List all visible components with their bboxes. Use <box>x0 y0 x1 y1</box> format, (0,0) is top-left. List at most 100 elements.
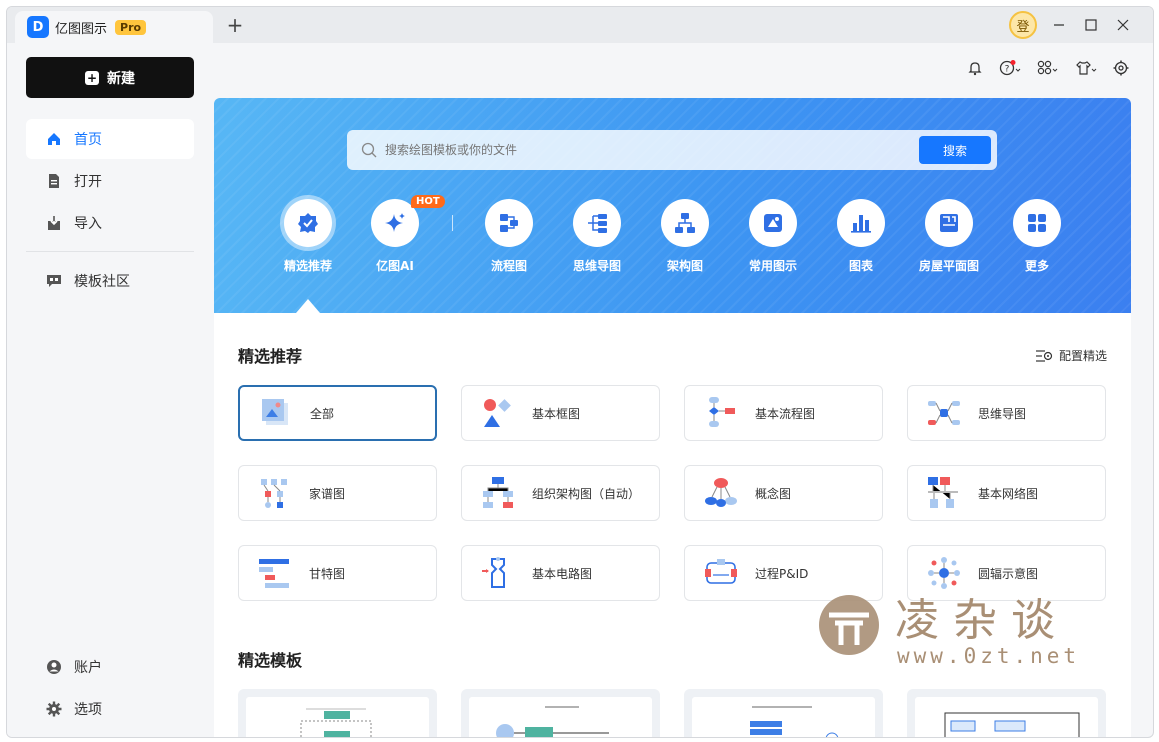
avatar[interactable]: 登 <box>1009 11 1037 39</box>
sidebar-item-community[interactable]: 模板社区 <box>26 261 194 301</box>
template-card-org-auto[interactable]: 组织架构图（自动） <box>461 465 660 521</box>
basic-block-icon <box>484 399 511 427</box>
template-card-network[interactable]: 基本网络图 <box>907 465 1106 521</box>
template-card-circuit[interactable]: 基本电路图 <box>461 545 660 601</box>
gear-icon <box>46 701 62 717</box>
card-label: 组织架构图（自动） <box>532 486 641 501</box>
more-grid-icon <box>1013 199 1061 247</box>
category-flowchart[interactable]: 流程图 <box>469 199 549 274</box>
template-card-basic-block[interactable]: 基本框图 <box>461 385 660 441</box>
config-label: 配置精选 <box>1058 349 1107 363</box>
mindmap-icon <box>573 199 621 247</box>
sidebar-item-options[interactable]: 选项 <box>26 689 194 729</box>
template-card-gantt[interactable]: 甘特图 <box>238 545 437 601</box>
sidebar-item-import[interactable]: 导入 <box>26 203 194 243</box>
featured-icon <box>284 199 332 247</box>
top-toolbar: ? <box>967 59 1129 77</box>
category-mindmap[interactable]: 思维导图 <box>557 199 637 274</box>
concept-map-icon <box>705 478 737 507</box>
templates-section-title: 精选模板 <box>238 651 303 670</box>
card-label: 基本流程图 <box>755 406 816 421</box>
search-button[interactable]: 搜索 <box>919 136 991 164</box>
sidebar-item-label: 首页 <box>74 132 102 148</box>
category-label: 思维导图 <box>572 259 621 273</box>
category-label: 图表 <box>848 259 873 273</box>
account-icon <box>46 659 62 675</box>
category-label: 架构图 <box>666 259 703 273</box>
template-preview-diagram <box>750 706 839 737</box>
radial-icon <box>928 557 960 589</box>
app-logo-icon: D <box>27 16 49 38</box>
template-thumbnail[interactable] <box>907 689 1106 737</box>
template-card-all[interactable]: 全部 <box>238 385 437 441</box>
sidebar-item-label: 选项 <box>74 702 102 718</box>
community-icon <box>46 273 62 289</box>
watermark-logo: 凌 杂 谈 www.0zt.net <box>819 595 1076 668</box>
new-tab-button[interactable]: + <box>223 13 247 37</box>
category-featured[interactable]: 精选推荐 <box>268 199 348 274</box>
category-common[interactable]: 常用图示 <box>733 199 813 274</box>
all-templates-icon <box>262 399 288 425</box>
network-icon <box>928 477 958 508</box>
template-card-mindmap[interactable]: 思维导图 <box>907 385 1106 441</box>
search-input[interactable] <box>385 143 919 157</box>
help-icon[interactable]: ? <box>999 59 1021 77</box>
category-label: 精选推荐 <box>283 259 332 273</box>
category-label: 流程图 <box>490 259 527 273</box>
category-label: 常用图示 <box>748 259 797 273</box>
maximize-icon <box>1085 19 1097 31</box>
template-thumbnail[interactable] <box>238 689 437 737</box>
category-ai[interactable]: HOT 亿图AI <box>355 195 445 274</box>
template-preview-diagram <box>944 712 1080 737</box>
card-label: 概念图 <box>755 486 792 501</box>
maximize-button[interactable] <box>1079 13 1103 37</box>
card-label: 思维导图 <box>978 406 1027 421</box>
template-card-concept-map[interactable]: 概念图 <box>684 465 883 521</box>
settings-gear-icon[interactable] <box>1113 59 1129 77</box>
card-label: 家谱图 <box>309 486 346 501</box>
config-featured-button[interactable]: 配置精选 <box>1035 347 1107 364</box>
sidebar-item-open[interactable]: 打开 <box>26 161 194 201</box>
flowchart-icon <box>485 199 533 247</box>
template-preview-diagram <box>496 706 609 737</box>
card-label: 全部 <box>310 406 335 421</box>
category-chart[interactable]: 图表 <box>821 199 901 274</box>
content-panel: 精选推荐 配置精选 全部 基本框图 基本流程图 思维导图 家谱图 组织架构图（自… <box>214 313 1131 737</box>
new-button[interactable]: + 新建 <box>26 57 194 98</box>
common-diagram-icon <box>749 199 797 247</box>
template-thumbnail[interactable] <box>684 689 883 737</box>
sidebar-item-label: 导入 <box>74 216 102 232</box>
app-tab[interactable]: D 亿图图示 Pro <box>15 11 213 43</box>
circuit-icon <box>482 557 505 588</box>
template-card-family-tree[interactable]: 家谱图 <box>238 465 437 521</box>
family-tree-icon <box>261 479 287 508</box>
skin-shirt-icon[interactable] <box>1075 59 1097 77</box>
sidebar-item-label: 模板社区 <box>74 274 130 290</box>
basic-flowchart-icon <box>709 397 735 427</box>
close-button[interactable] <box>1111 13 1135 37</box>
org-auto-icon <box>483 477 513 508</box>
category-label: 房屋平面图 <box>918 259 979 273</box>
minimize-icon <box>1054 24 1064 26</box>
hot-badge: HOT <box>411 195 445 208</box>
template-thumbnail[interactable] <box>461 689 660 737</box>
category-floor-plan[interactable]: 房屋平面图 <box>909 199 989 274</box>
minimize-button[interactable] <box>1047 13 1071 37</box>
file-icon <box>46 173 62 189</box>
plus-icon: + <box>85 70 99 85</box>
hero-banner: 搜索 精选推荐 HOT 亿图AI 流程图 <box>214 98 1131 313</box>
template-preview-diagram <box>300 708 372 737</box>
sidebar-item-home[interactable]: 首页 <box>26 119 194 159</box>
category-divider <box>452 215 453 231</box>
sidebar-item-account[interactable]: 账户 <box>26 647 194 687</box>
floor-plan-icon <box>925 199 973 247</box>
category-org-chart[interactable]: 架构图 <box>645 199 725 274</box>
app-window: D 亿图图示 Pro + 登 + 新建 首页 打开 导入 模板社区 账户 选项 … <box>6 6 1154 738</box>
card-label: 圆辐示意图 <box>978 566 1039 581</box>
bell-icon[interactable] <box>967 59 983 77</box>
app-title: 亿图图示 <box>55 21 108 37</box>
import-icon <box>46 215 62 231</box>
template-card-basic-flowchart[interactable]: 基本流程图 <box>684 385 883 441</box>
category-more[interactable]: 更多 <box>997 199 1077 274</box>
apps-icon[interactable] <box>1037 59 1059 77</box>
